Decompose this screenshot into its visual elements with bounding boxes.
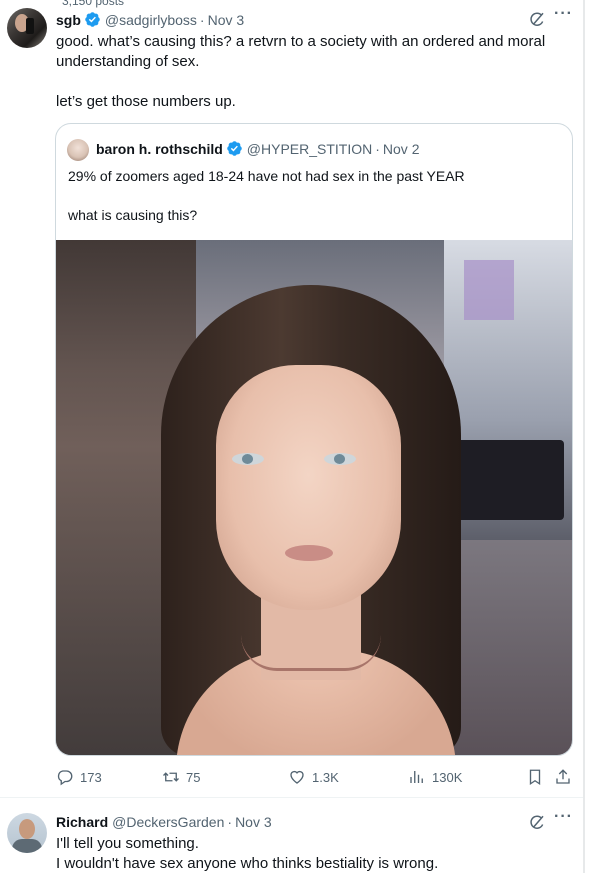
tweet-text-line: understanding of sex. <box>56 53 200 70</box>
reply-count: 173 <box>80 769 102 785</box>
quoted-date[interactable]: Nov 2 <box>383 141 420 157</box>
bookmark-icon <box>529 769 541 786</box>
tweet[interactable]: sgb @sadgirlyboss · Nov 3 ··· good. what… <box>0 0 583 798</box>
author-name[interactable]: sgb <box>56 12 81 28</box>
like-count: 1.3K <box>312 769 339 785</box>
tweet-header: sgb @sadgirlyboss · Nov 3 <box>56 11 245 28</box>
tweet[interactable]: Richard @DeckersGarden · Nov 3 ··· I'll … <box>0 799 583 873</box>
repost-count: 75 <box>186 769 201 785</box>
tweet-text-line: good. what’s causing this? a retvrn to a… <box>56 33 546 50</box>
avatar[interactable] <box>7 813 47 853</box>
views-button[interactable]: 130K <box>408 768 462 786</box>
quoted-tweet[interactable]: baron h. rothschild @HYPER_STITION · Nov… <box>55 123 573 756</box>
repost-button[interactable]: 75 <box>162 768 200 786</box>
quoted-text-line: 29% of zoomers aged 18-24 have not had s… <box>68 168 465 184</box>
like-button[interactable]: 1.3K <box>288 768 339 786</box>
reply-icon <box>57 770 73 786</box>
portrait-photo[interactable] <box>56 240 572 755</box>
quoted-author-handle[interactable]: @HYPER_STITION <box>247 141 372 157</box>
avatar[interactable] <box>7 8 47 48</box>
share-icon <box>556 769 570 784</box>
quoted-author-name[interactable]: baron h. rothschild <box>96 141 223 157</box>
author-handle[interactable]: @DeckersGarden <box>112 814 224 830</box>
quoted-avatar[interactable] <box>67 139 89 161</box>
share-button[interactable] <box>554 768 578 786</box>
tweet-date[interactable]: Nov 3 <box>235 814 272 830</box>
verified-badge-icon <box>227 141 242 156</box>
author-handle[interactable]: @sadgirlyboss <box>105 12 197 28</box>
tweet-text-line: I'll tell you something. <box>56 835 199 852</box>
repost-icon <box>163 772 179 782</box>
tweet-text-line: let’s get those numbers up. <box>56 93 236 110</box>
quoted-text-line: what is causing this? <box>68 207 198 223</box>
tweet-date[interactable]: Nov 3 <box>208 12 245 28</box>
timeline-divider <box>583 0 585 873</box>
grok-icon[interactable] <box>528 11 546 29</box>
views-count: 130K <box>432 769 463 785</box>
tweet-text-line: I wouldn't have sex anyone who thinks be… <box>56 855 439 872</box>
bookmark-button[interactable] <box>526 768 550 786</box>
views-icon <box>410 771 423 783</box>
verified-badge-icon <box>85 12 100 27</box>
tweet-header: Richard @DeckersGarden · Nov 3 <box>56 814 272 830</box>
quoted-header: baron h. rothschild @HYPER_STITION · Nov… <box>96 140 420 157</box>
like-icon <box>290 770 304 784</box>
grok-icon[interactable] <box>528 814 546 832</box>
author-name[interactable]: Richard <box>56 814 108 830</box>
more-icon[interactable]: ··· <box>554 5 573 23</box>
tweet-actions: 173 75 1.3K 130K <box>56 768 576 790</box>
reply-button[interactable]: 173 <box>56 768 102 786</box>
more-icon[interactable]: ··· <box>554 808 573 826</box>
